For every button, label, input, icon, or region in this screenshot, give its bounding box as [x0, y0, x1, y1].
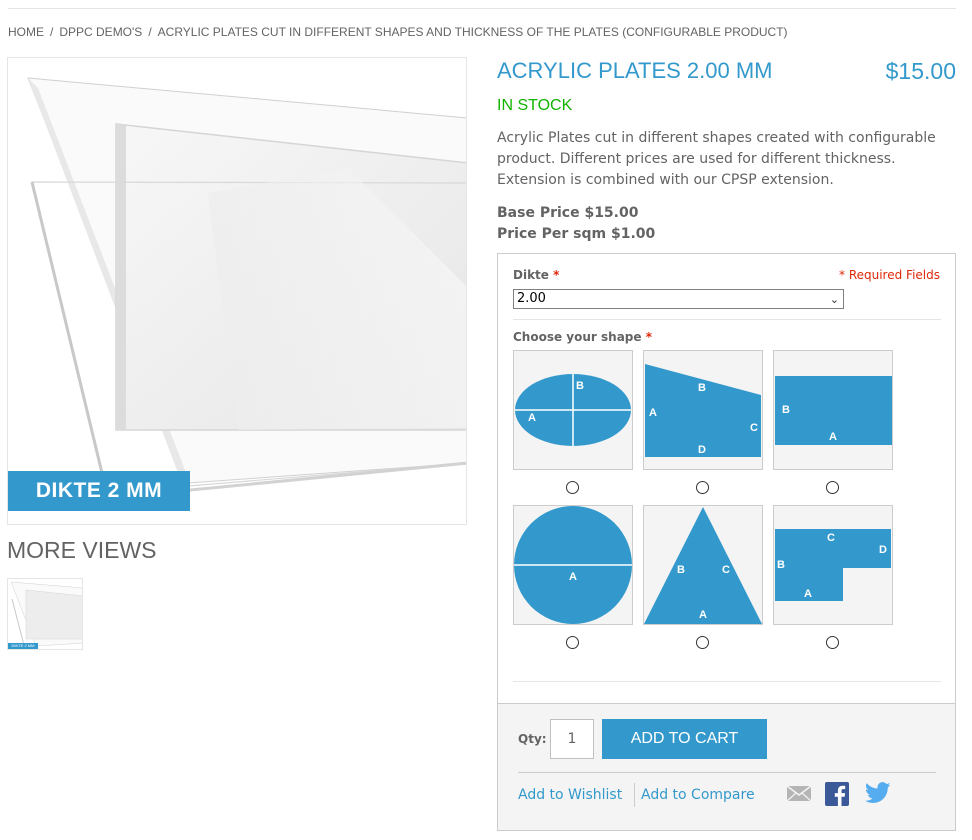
shape-ellipse-radio[interactable]	[566, 481, 579, 494]
dikte-select[interactable]: 2.00 ⌄	[513, 289, 844, 309]
top-divider	[8, 8, 956, 9]
qty-input[interactable]: 1	[550, 719, 594, 759]
facebook-icon[interactable]	[825, 782, 849, 810]
chevron-down-icon: ⌄	[829, 293, 839, 306]
cart-divider	[518, 772, 936, 773]
required-star: *	[645, 330, 652, 344]
shape-label-c: C	[827, 532, 835, 544]
options-divider	[513, 319, 941, 320]
shape-circle-radio[interactable]	[566, 636, 579, 649]
breadcrumb-home[interactable]: HOME	[8, 25, 44, 39]
shape-label: Choose your shape *	[513, 330, 652, 344]
shape-triangle[interactable]: B C A	[643, 505, 763, 625]
base-price: Base Price $15.00	[497, 205, 639, 221]
shape-label-b: B	[698, 382, 706, 394]
product-price: $15.00	[885, 58, 956, 84]
product-thumbnail[interactable]: DIKTE 2 MM	[7, 578, 83, 650]
dikte-select-value: 2.00	[517, 291, 546, 306]
shape-label-b: B	[677, 564, 685, 576]
dikte-label: Dikte *	[513, 268, 560, 282]
stock-status: IN STOCK	[497, 97, 573, 114]
shape-rectangle[interactable]: B A	[773, 350, 893, 470]
qty-label: Qty:	[518, 732, 547, 746]
shape-circle[interactable]: A	[513, 505, 633, 625]
twitter-icon[interactable]	[864, 782, 891, 808]
link-separator	[634, 783, 635, 807]
shape-label-c: C	[750, 422, 758, 434]
breadcrumb-separator: /	[148, 25, 152, 39]
more-views-title: MORE VIEWS	[7, 537, 157, 563]
shape-label-b: B	[777, 559, 785, 571]
shape-l-shape[interactable]: B C D A	[773, 505, 893, 625]
add-to-cart-button[interactable]: ADD TO CART	[602, 719, 767, 759]
breadcrumb-current: ACRYLIC PLATES CUT IN DIFFERENT SHAPES A…	[157, 25, 788, 39]
price-info: Base Price $15.00 Price Per sqm $1.00	[497, 203, 655, 245]
shape-label-c: C	[722, 564, 730, 576]
shape-label-d: D	[879, 544, 887, 556]
shape-ellipse[interactable]: A B	[513, 350, 633, 470]
product-main-image[interactable]: DIKTE 2 MM	[7, 57, 467, 525]
product-options: Dikte * * Required Fields 2.00 ⌄ Choose …	[497, 253, 956, 703]
add-to-cart-box: Qty: 1 ADD TO CART Add to Wishlist Add t…	[497, 703, 956, 831]
options-divider	[513, 681, 941, 682]
breadcrumb: HOME / DPPC DEMO'S / ACRYLIC PLATES CUT IN D…	[8, 25, 788, 39]
shape-label-a: A	[528, 412, 536, 424]
shape-label-d: D	[698, 444, 706, 456]
required-star: *	[553, 268, 560, 282]
price-per-sqm: Price Per sqm $1.00	[497, 226, 656, 242]
shape-trapezoid-radio[interactable]	[696, 481, 709, 494]
shape-trapezoid[interactable]: A B C D	[643, 350, 763, 470]
shape-label-b: B	[576, 380, 584, 392]
shape-label-a: A	[804, 588, 812, 600]
thickness-tag: DIKTE 2 MM	[8, 471, 190, 511]
breadcrumb-separator: /	[50, 25, 54, 39]
product-description: Acrylic Plates cut in different shapes c…	[497, 130, 936, 188]
email-icon[interactable]	[786, 782, 812, 808]
add-to-compare-link[interactable]: Add to Compare	[641, 787, 755, 803]
required-fields-note: * Required Fields	[839, 268, 940, 282]
product-name: ACRYLIC PLATES 2.00 MM	[497, 58, 773, 83]
shape-triangle-radio[interactable]	[696, 636, 709, 649]
shape-label-a: A	[699, 609, 707, 621]
add-to-wishlist-link[interactable]: Add to Wishlist	[518, 787, 622, 803]
shape-rectangle-radio[interactable]	[826, 481, 839, 494]
shape-label-a: A	[649, 407, 657, 419]
shape-label-b: B	[782, 404, 790, 416]
breadcrumb-category[interactable]: DPPC DEMO'S	[59, 25, 142, 39]
shape-label-a: A	[829, 431, 837, 443]
shape-label-a: A	[569, 571, 577, 583]
shape-l-shape-radio[interactable]	[826, 636, 839, 649]
thumbnail-tag: DIKTE 2 MM	[8, 643, 38, 649]
